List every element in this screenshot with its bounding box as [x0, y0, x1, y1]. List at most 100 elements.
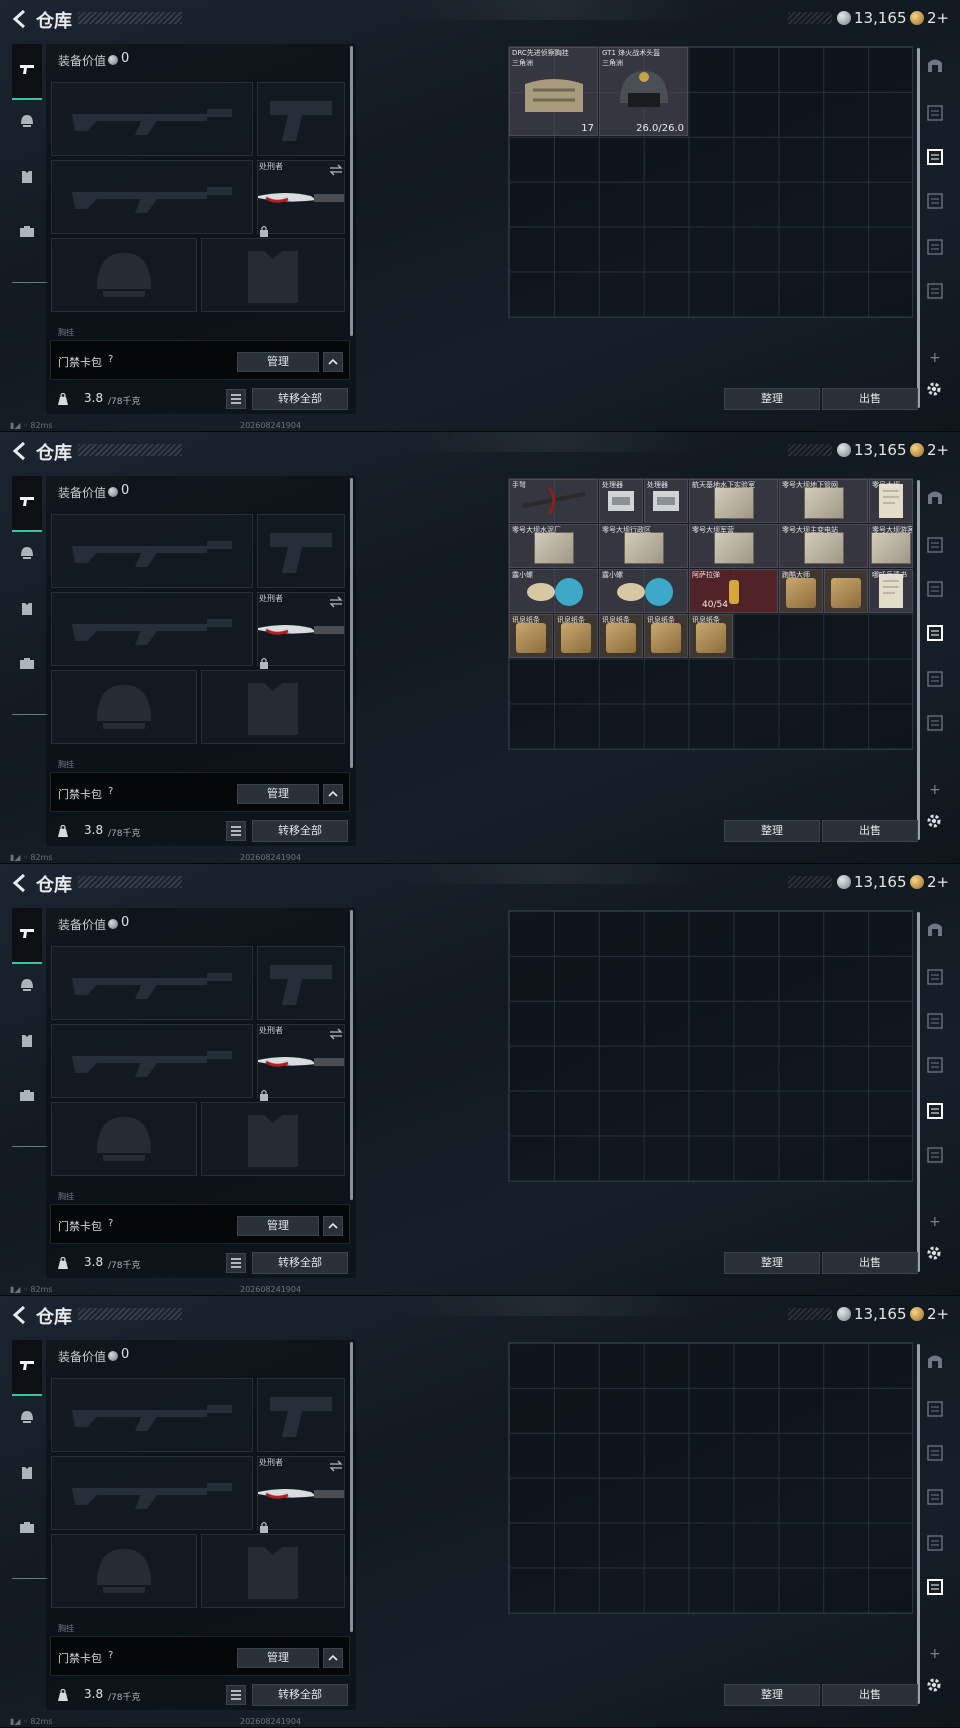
- tab-weapons[interactable]: [12, 476, 42, 532]
- help-icon[interactable]: ?: [108, 1218, 113, 1229]
- armor-slot[interactable]: [201, 1102, 345, 1176]
- back-arrow-icon[interactable]: [10, 440, 30, 462]
- storage-item[interactable]: 讯息纸条: [599, 614, 643, 658]
- list-icon[interactable]: [226, 821, 246, 841]
- chevron-up-icon[interactable]: [323, 1648, 343, 1668]
- stash-tab-2[interactable]: [922, 1398, 948, 1424]
- gold-amount[interactable]: 2+: [927, 873, 949, 891]
- stash-tab-3[interactable]: [922, 1010, 948, 1036]
- tab-rig[interactable]: [12, 596, 42, 626]
- gold-amount[interactable]: 2+: [927, 441, 949, 459]
- list-icon[interactable]: [226, 389, 246, 409]
- storage-item[interactable]: 零号大坝: [869, 479, 913, 523]
- stash-tab-1[interactable]: [922, 486, 948, 512]
- stash-tab-3[interactable]: [922, 146, 948, 172]
- stash-tab-4[interactable]: [922, 1486, 948, 1512]
- add-stash-button[interactable]: +: [929, 782, 941, 798]
- tidy-button[interactable]: 整理: [724, 820, 820, 842]
- stash-tab-6[interactable]: [922, 280, 948, 306]
- gear-icon[interactable]: [925, 1244, 943, 1262]
- tab-rig[interactable]: [12, 1460, 42, 1490]
- stash-tab-4[interactable]: [922, 190, 948, 216]
- tab-armor[interactable]: [12, 108, 42, 138]
- stash-tab-2[interactable]: [922, 102, 948, 128]
- equipment-scrollbar[interactable]: [350, 1342, 353, 1632]
- stash-tab-5[interactable]: [922, 1100, 948, 1126]
- tidy-button[interactable]: 整理: [724, 1252, 820, 1274]
- transfer-all-button[interactable]: 转移全部: [252, 388, 348, 410]
- tab-rig[interactable]: [12, 164, 42, 194]
- tab-weapons[interactable]: [12, 1340, 42, 1396]
- pistol-slot[interactable]: [257, 82, 345, 156]
- secondary-weapon-slot[interactable]: [51, 1456, 253, 1530]
- storage-item[interactable]: 哪吒兵遗书: [869, 569, 913, 613]
- storage-item[interactable]: 航天基地水下实验室: [689, 479, 778, 523]
- tab-bag[interactable]: [12, 650, 42, 680]
- add-stash-button[interactable]: +: [929, 350, 941, 366]
- stash-tab-6[interactable]: [922, 712, 948, 738]
- stash-tab-2[interactable]: [922, 966, 948, 992]
- pistol-slot[interactable]: [257, 514, 345, 588]
- stash-tab-6[interactable]: [922, 1576, 948, 1602]
- secondary-weapon-slot[interactable]: [51, 160, 253, 234]
- stash-tab-1[interactable]: [922, 54, 948, 80]
- back-arrow-icon[interactable]: [10, 872, 30, 894]
- transfer-all-button[interactable]: 转移全部: [252, 820, 348, 842]
- tab-bag[interactable]: [12, 218, 42, 248]
- stash-tab-6[interactable]: [922, 1144, 948, 1170]
- secondary-weapon-slot[interactable]: [51, 1024, 253, 1098]
- equipment-scrollbar[interactable]: [350, 46, 353, 336]
- storage-item[interactable]: 零号大坝行政区: [599, 524, 688, 568]
- primary-weapon-slot[interactable]: [51, 514, 253, 588]
- add-stash-button[interactable]: +: [929, 1214, 941, 1230]
- sell-button[interactable]: 出售: [822, 388, 918, 410]
- tab-armor[interactable]: [12, 972, 42, 1002]
- storage-item[interactable]: 零号大坝地下管网: [779, 479, 868, 523]
- tab-armor[interactable]: [12, 540, 42, 570]
- storage-grid[interactable]: [508, 910, 913, 1182]
- storage-item[interactable]: 跑酷大师: [779, 569, 823, 613]
- stash-tab-5[interactable]: [922, 1532, 948, 1558]
- storage-item[interactable]: 讯息纸条: [554, 614, 598, 658]
- manage-button[interactable]: 管理: [237, 784, 319, 804]
- storage-item[interactable]: 处理器: [599, 479, 643, 523]
- list-icon[interactable]: [226, 1685, 246, 1705]
- tab-weapons[interactable]: [12, 908, 42, 964]
- list-icon[interactable]: [226, 1253, 246, 1273]
- stash-tab-3[interactable]: [922, 1442, 948, 1468]
- pistol-slot[interactable]: [257, 1378, 345, 1452]
- swap-icon[interactable]: [329, 161, 343, 176]
- storage-item[interactable]: 讯息纸条: [689, 614, 733, 658]
- stash-tab-4[interactable]: [922, 1054, 948, 1080]
- chevron-up-icon[interactable]: [323, 784, 343, 804]
- tab-bag[interactable]: [12, 1514, 42, 1544]
- primary-weapon-slot[interactable]: [51, 1378, 253, 1452]
- storage-item[interactable]: DRC先进侦察胸挂 三角洲 17: [509, 47, 598, 136]
- help-icon[interactable]: ?: [108, 1650, 113, 1661]
- armor-slot[interactable]: [201, 1534, 345, 1608]
- equipment-scrollbar[interactable]: [350, 910, 353, 1200]
- gear-icon[interactable]: [925, 1676, 943, 1694]
- helmet-slot[interactable]: [51, 238, 197, 312]
- helmet-slot[interactable]: [51, 1102, 197, 1176]
- gear-icon[interactable]: [925, 380, 943, 398]
- storage-item[interactable]: 零号大坝游客中心: [869, 524, 913, 568]
- sell-button[interactable]: 出售: [822, 1252, 918, 1274]
- tab-rig[interactable]: [12, 1028, 42, 1058]
- primary-weapon-slot[interactable]: [51, 82, 253, 156]
- storage-item[interactable]: 处理器: [644, 479, 688, 523]
- storage-grid[interactable]: [508, 1342, 913, 1614]
- storage-item[interactable]: 露小螺: [599, 569, 688, 613]
- stash-tab-1[interactable]: [922, 1350, 948, 1376]
- tidy-button[interactable]: 整理: [724, 1684, 820, 1706]
- helmet-slot[interactable]: [51, 1534, 197, 1608]
- stash-tab-1[interactable]: [922, 918, 948, 944]
- storage-item[interactable]: 露小螺: [509, 569, 598, 613]
- storage-item[interactable]: 手弩: [509, 479, 598, 523]
- equipment-scrollbar[interactable]: [350, 478, 353, 768]
- gold-coin-icon[interactable]: [910, 11, 924, 25]
- storage-item[interactable]: 零号大坝主变电站: [779, 524, 868, 568]
- chevron-up-icon[interactable]: [323, 352, 343, 372]
- storage-item[interactable]: [824, 569, 868, 613]
- stash-tab-2[interactable]: [922, 534, 948, 560]
